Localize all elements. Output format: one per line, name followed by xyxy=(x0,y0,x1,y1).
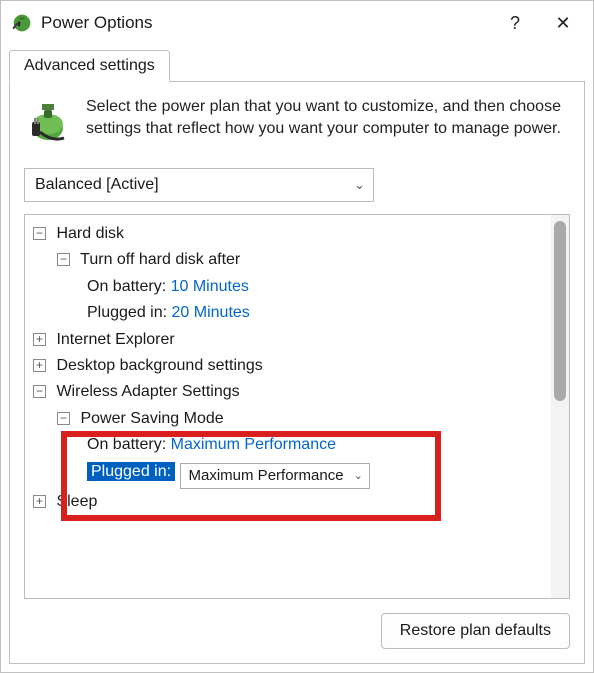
tree-label: Internet Explorer xyxy=(56,331,174,348)
tree-item-internet-explorer[interactable]: + Internet Explorer xyxy=(33,327,547,353)
tree-scrollbar[interactable] xyxy=(551,215,569,598)
tab-label: Advanced settings xyxy=(24,57,155,74)
collapse-icon[interactable]: − xyxy=(33,385,46,398)
settings-tree-container: − Hard disk − Turn off hard disk after O… xyxy=(24,214,570,599)
expand-icon[interactable]: + xyxy=(33,359,46,372)
power-plan-icon xyxy=(24,98,72,146)
help-icon: ? xyxy=(510,13,520,34)
setting-value[interactable]: 10 Minutes xyxy=(171,278,249,295)
intro-text: Select the power plan that you want to c… xyxy=(86,96,570,146)
tree-item-power-saving-mode[interactable]: − Power Saving Mode xyxy=(33,406,547,432)
tab-strip: Advanced settings xyxy=(1,45,593,81)
restore-defaults-button[interactable]: Restore plan defaults xyxy=(381,613,570,649)
titlebar: Power Options ? ✕ xyxy=(1,1,593,45)
expand-icon[interactable]: + xyxy=(33,333,46,346)
tree-label: Hard disk xyxy=(56,225,124,242)
tree-label: Sleep xyxy=(56,493,97,510)
tree-item-sleep[interactable]: + Sleep xyxy=(33,489,547,515)
tree-item-desktop-background[interactable]: + Desktop background settings xyxy=(33,353,547,379)
dialog-buttons: Restore plan defaults xyxy=(24,599,570,649)
setting-label: Plugged in: xyxy=(87,304,167,321)
tree-item-wifi-plugged-in[interactable]: Plugged in: Maximum Performance ⌄ xyxy=(33,459,547,489)
tree-label: Desktop background settings xyxy=(56,357,262,374)
collapse-icon[interactable]: − xyxy=(57,412,70,425)
tree-item-hd-plugged-in[interactable]: Plugged in: 20 Minutes xyxy=(33,300,547,326)
setting-label: On battery: xyxy=(87,278,166,295)
tree-item-turn-off-hard-disk[interactable]: − Turn off hard disk after xyxy=(33,247,547,273)
power-plan-select[interactable]: Balanced [Active] ⌄ xyxy=(24,168,374,202)
tree-label: Wireless Adapter Settings xyxy=(56,383,239,400)
tree-item-wireless-adapter[interactable]: − Wireless Adapter Settings xyxy=(33,379,547,405)
power-options-icon xyxy=(11,12,33,34)
power-plan-selected: Balanced [Active] xyxy=(35,176,159,194)
setting-label: On battery: xyxy=(87,436,166,453)
wifi-plugged-in-select[interactable]: Maximum Performance ⌄ xyxy=(180,463,370,489)
select-value: Maximum Performance xyxy=(189,464,344,489)
window-title: Power Options xyxy=(41,13,491,33)
tree-item-wifi-on-battery[interactable]: On battery: Maximum Performance xyxy=(33,432,547,458)
collapse-icon[interactable]: − xyxy=(57,253,70,266)
tree-label: Power Saving Mode xyxy=(80,410,223,427)
tree-item-hard-disk[interactable]: − Hard disk xyxy=(33,221,547,247)
intro-section: Select the power plan that you want to c… xyxy=(24,96,570,146)
power-options-dialog: Power Options ? ✕ Advanced settings xyxy=(0,0,594,673)
close-button[interactable]: ✕ xyxy=(539,3,587,43)
chevron-down-icon: ⌄ xyxy=(354,177,365,193)
tree-item-hd-on-battery[interactable]: On battery: 10 Minutes xyxy=(33,274,547,300)
close-icon: ✕ xyxy=(555,13,570,34)
tab-advanced-settings[interactable]: Advanced settings xyxy=(9,50,170,82)
expand-icon[interactable]: + xyxy=(33,495,46,508)
tab-panel: Select the power plan that you want to c… xyxy=(9,81,585,664)
settings-tree: − Hard disk − Turn off hard disk after O… xyxy=(25,215,551,598)
setting-label-selected: Plugged in: xyxy=(87,462,175,481)
setting-value[interactable]: Maximum Performance xyxy=(171,436,336,453)
collapse-icon[interactable]: − xyxy=(33,227,46,240)
help-button[interactable]: ? xyxy=(491,3,539,43)
button-label: Restore plan defaults xyxy=(400,622,551,639)
setting-value[interactable]: 20 Minutes xyxy=(172,304,250,321)
scrollbar-thumb[interactable] xyxy=(554,221,566,401)
chevron-down-icon: ⌄ xyxy=(354,467,363,485)
tree-label: Turn off hard disk after xyxy=(80,251,240,268)
